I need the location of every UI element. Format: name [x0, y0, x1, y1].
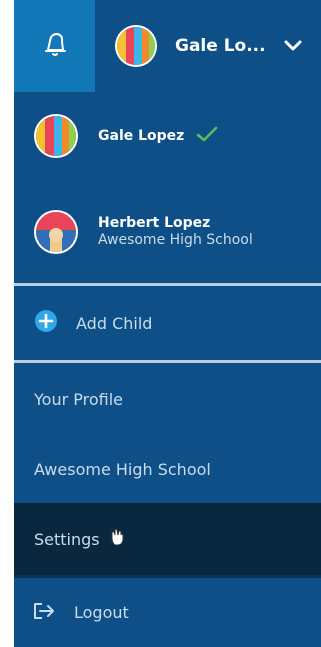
user-school: Awesome High School — [98, 232, 253, 248]
user-name: Herbert Lopez — [98, 215, 211, 231]
menu-item-your-profile[interactable]: Your Profile — [14, 363, 321, 435]
user-avatar — [36, 211, 76, 252]
hand-pointer-icon — [108, 527, 128, 551]
chevron-down-icon[interactable] — [284, 37, 302, 56]
logout-button[interactable]: Logout — [14, 578, 321, 647]
logout-label: Logout — [74, 603, 129, 622]
menu-item-settings[interactable]: Settings — [14, 503, 321, 575]
account-switcher-button[interactable]: Gale Lo... — [95, 0, 321, 92]
menu-item-label: Awesome High School — [34, 459, 211, 479]
current-user-name: Gale Lo... — [175, 36, 266, 56]
bell-icon — [42, 30, 68, 62]
menu-item-school[interactable]: Awesome High School — [14, 435, 321, 503]
add-child-label: Add Child — [76, 313, 153, 333]
user-item-herbert-lopez[interactable]: Herbert Lopez Awesome High School — [14, 180, 321, 283]
user-item-gale-lopez[interactable]: Gale Lopez — [14, 92, 321, 180]
user-text: Gale Lopez — [98, 126, 218, 146]
notifications-button[interactable] — [14, 0, 95, 92]
logout-icon — [32, 601, 56, 625]
add-child-button[interactable]: Add Child — [14, 286, 321, 360]
user-text: Herbert Lopez Awesome High School — [98, 215, 253, 248]
account-header: Gale Lo... — [14, 0, 321, 92]
plus-circle-icon — [34, 309, 58, 337]
menu-item-label: Your Profile — [34, 389, 123, 409]
user-avatar — [36, 116, 76, 156]
menu-item-label: Settings — [34, 529, 100, 549]
checkmark-icon — [196, 126, 218, 146]
account-dropdown-panel: Gale Lo... Gale Lopez Herbert Lopez Awes… — [14, 0, 321, 647]
current-user-avatar — [117, 27, 155, 65]
user-name: Gale Lopez — [98, 128, 185, 144]
